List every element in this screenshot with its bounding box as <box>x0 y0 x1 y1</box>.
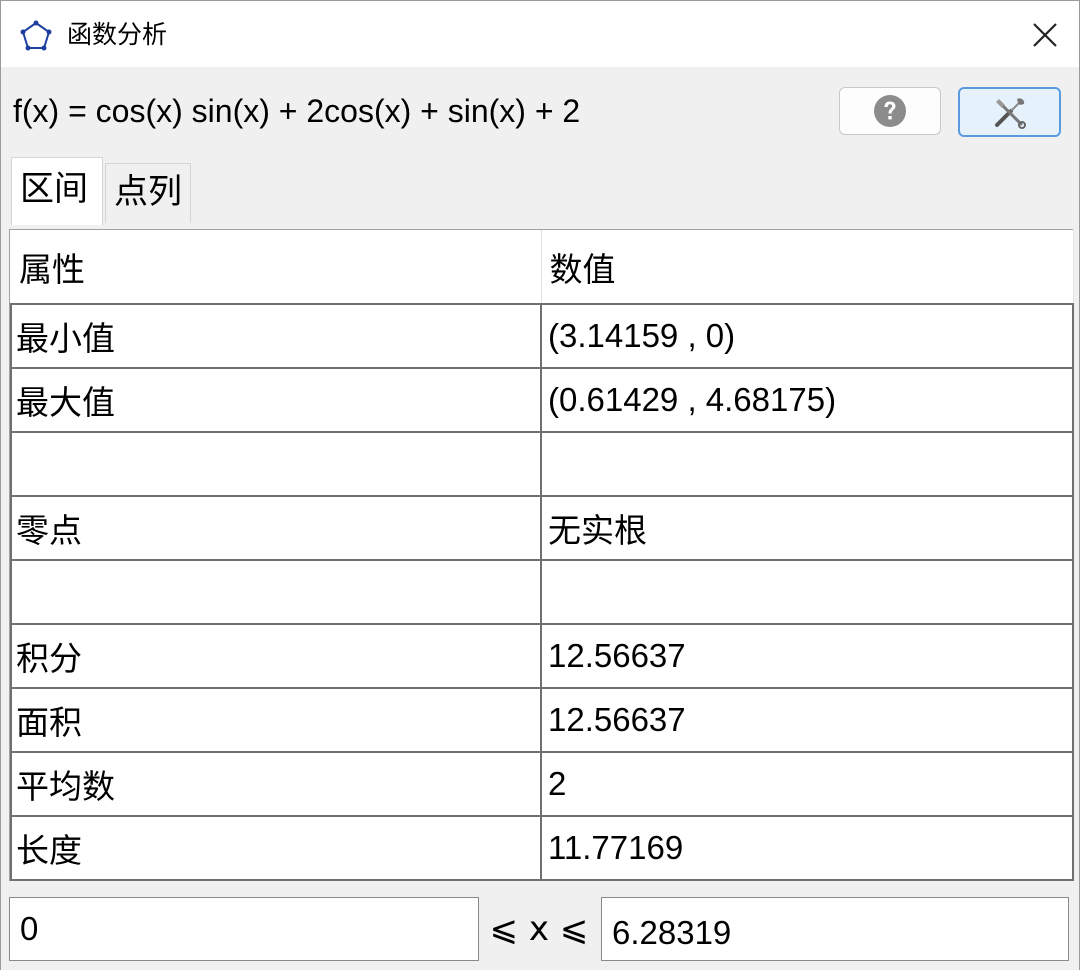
row-property: 长度 <box>10 815 542 881</box>
row-property: 平均数 <box>10 751 542 817</box>
row-value <box>540 559 1074 625</box>
row-value: 无实根 <box>540 495 1074 561</box>
close-icon <box>1033 23 1057 47</box>
table-row[interactable]: 零点 无实根 <box>10 495 1074 561</box>
row-property: 最小值 <box>10 303 542 369</box>
table-row[interactable] <box>10 559 1074 625</box>
row-property <box>10 431 542 497</box>
row-property <box>10 559 542 625</box>
interval-relation-label: ⩽ x ⩽ <box>489 909 589 949</box>
interval-range: 0 ⩽ x ⩽ 6.28319 <box>1 885 1079 970</box>
tab-interval[interactable]: 区间 <box>11 157 103 225</box>
row-property: 面积 <box>10 687 542 753</box>
row-value: 12.56637 <box>540 623 1074 689</box>
table-row[interactable] <box>10 431 1074 497</box>
row-value <box>540 431 1074 497</box>
row-value: (0.61429 , 4.68175) <box>540 367 1074 433</box>
tools-button[interactable] <box>958 87 1061 137</box>
help-button[interactable] <box>839 87 941 135</box>
table-row[interactable]: 面积 12.56637 <box>10 687 1074 753</box>
row-value: 12.56637 <box>540 687 1074 753</box>
table-header-row: 属性 数值 <box>11 230 1074 305</box>
tab-point-list[interactable]: 点列 <box>105 163 191 223</box>
row-value: (3.14159 , 0) <box>540 303 1074 369</box>
column-header-value[interactable]: 数值 <box>541 230 1074 305</box>
close-button[interactable] <box>1019 11 1071 59</box>
interval-max-input[interactable]: 6.28319 <box>601 897 1069 961</box>
table-row[interactable]: 最小值 (3.14159 , 0) <box>10 303 1074 369</box>
row-value: 2 <box>540 751 1074 817</box>
column-header-property[interactable]: 属性 <box>11 230 542 305</box>
pentagon-outline-icon <box>19 19 53 53</box>
function-analysis-window: 函数分析 f(x) = cos(x) sin(x) + 2cos(x) + si… <box>0 0 1080 970</box>
title-bar: 函数分析 <box>1 1 1079 67</box>
tab-bar: 区间 点列 <box>1 155 1079 225</box>
row-property: 最大值 <box>10 367 542 433</box>
table-row[interactable]: 积分 12.56637 <box>10 623 1074 689</box>
function-expression: f(x) = cos(x) sin(x) + 2cos(x) + sin(x) … <box>13 93 581 129</box>
row-property: 零点 <box>10 495 542 561</box>
row-property: 积分 <box>10 623 542 689</box>
row-value: 11.77169 <box>540 815 1074 881</box>
table-row[interactable]: 长度 11.77169 <box>10 815 1074 881</box>
table-row[interactable]: 平均数 2 <box>10 751 1074 817</box>
function-header: f(x) = cos(x) sin(x) + 2cos(x) + sin(x) … <box>1 67 1079 155</box>
table-row[interactable]: 最大值 (0.61429 , 4.68175) <box>10 367 1074 433</box>
help-icon <box>874 95 906 127</box>
analysis-table: 属性 数值 最小值 (3.14159 , 0) 最大值 (0.61429 , 4… <box>9 229 1074 881</box>
tools-icon <box>994 98 1026 129</box>
window-title: 函数分析 <box>67 20 168 49</box>
interval-min-input[interactable]: 0 <box>9 897 479 961</box>
